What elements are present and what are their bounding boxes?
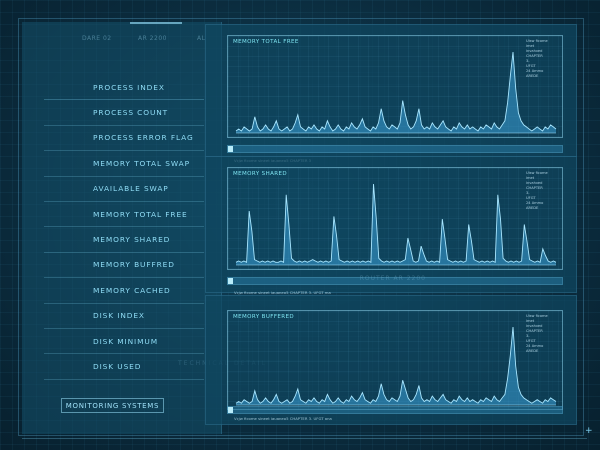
series-area [236,52,556,133]
menu-item-memory-total-swap[interactable]: MEMORY TOTAL SWAP [44,151,204,177]
menu-item-disk-minimum[interactable]: DISK MINIMUM [44,329,204,355]
top-label-1: DARE 02 [82,35,112,42]
chart-legend: Uisw ficome imet invahxed CHAPTER 3- UFGT 24 A… [526,171,548,210]
chart-title: MEMORY TOTAL FREE [233,39,299,45]
timeline-scroll-thumb[interactable] [228,407,233,413]
metrics-menu: PROCESS INDEX PROCESS COUNT PROCESS ERRO… [44,75,204,380]
menu-item-memory-buffred[interactable]: MEMORY BUFFRED [44,253,204,279]
expand-plus-icon[interactable]: + [585,426,593,436]
chart-title: MEMORY BUFFERED [233,314,295,320]
chart-panel-memory-shared: MEMORY SHARED Uisw ficome imet invahxed CHA… [205,156,577,295]
menu-item-disk-index[interactable]: DISK INDEX [44,304,204,329]
menu-item-memory-shared[interactable]: MEMORY SHARED [44,227,204,253]
timeline-scroll-thumb[interactable] [228,146,233,152]
chart-svg [235,183,557,266]
timeline-scrollbar[interactable] [227,145,563,153]
chart-legend: Uisw ficome imet invahxed CHAPTER 3- UFGT 24 A… [526,39,548,78]
series-area [236,327,556,405]
chart-caption: Vcjw ficome sineet iauaneo5 CHAPTER 3. U… [234,416,332,421]
chart-plot: MEMORY TOTAL FREE Uisw ficome imet invahxe… [227,35,563,138]
menu-item-process-index[interactable]: PROCESS INDEX [44,75,204,101]
chart-svg [235,51,557,134]
top-tab-indicator [130,22,182,28]
chart-panel-memory-total-free: MEMORY TOTAL FREE Uisw ficome imet invahxe… [205,24,577,163]
timeline-scroll-thumb[interactable] [228,278,233,284]
chart-title: MEMORY SHARED [233,171,287,177]
menu-item-process-error-flag[interactable]: PROCESS ERROR FLAG [44,126,204,152]
series-line [235,183,557,264]
monitoring-systems-button[interactable]: MONITORING SYSTEMS [61,398,164,413]
menu-item-process-count[interactable]: PROCESS COUNT [44,100,204,126]
timeline-scrollbar[interactable] [227,406,563,414]
chart-plot: MEMORY SHARED Uisw ficome imet invahxed CHA… [227,167,563,270]
chart-plot: MEMORY BUFFERED Uisw ficome imet invahxed C… [227,310,563,410]
menu-item-memory-cached[interactable]: MEMORY CACHED [44,278,204,304]
chart-panel-memory-buffered: MEMORY BUFFERED Uisw ficome imet invahxed C… [205,295,577,425]
top-label-2: AR 2200 [138,35,167,42]
bottom-rule [22,438,587,439]
router-label: ROUTER AR 2200 [359,275,426,282]
menu-item-available-swap[interactable]: AVAILABLE SWAP [44,177,204,202]
chart-legend: Uisw ficome imet invahxed CHAPTER 3- UFGT 24 A… [526,314,548,353]
chart-svg [235,326,557,406]
menu-item-memory-total-free[interactable]: MEMORY TOTAL FREE [44,202,204,228]
